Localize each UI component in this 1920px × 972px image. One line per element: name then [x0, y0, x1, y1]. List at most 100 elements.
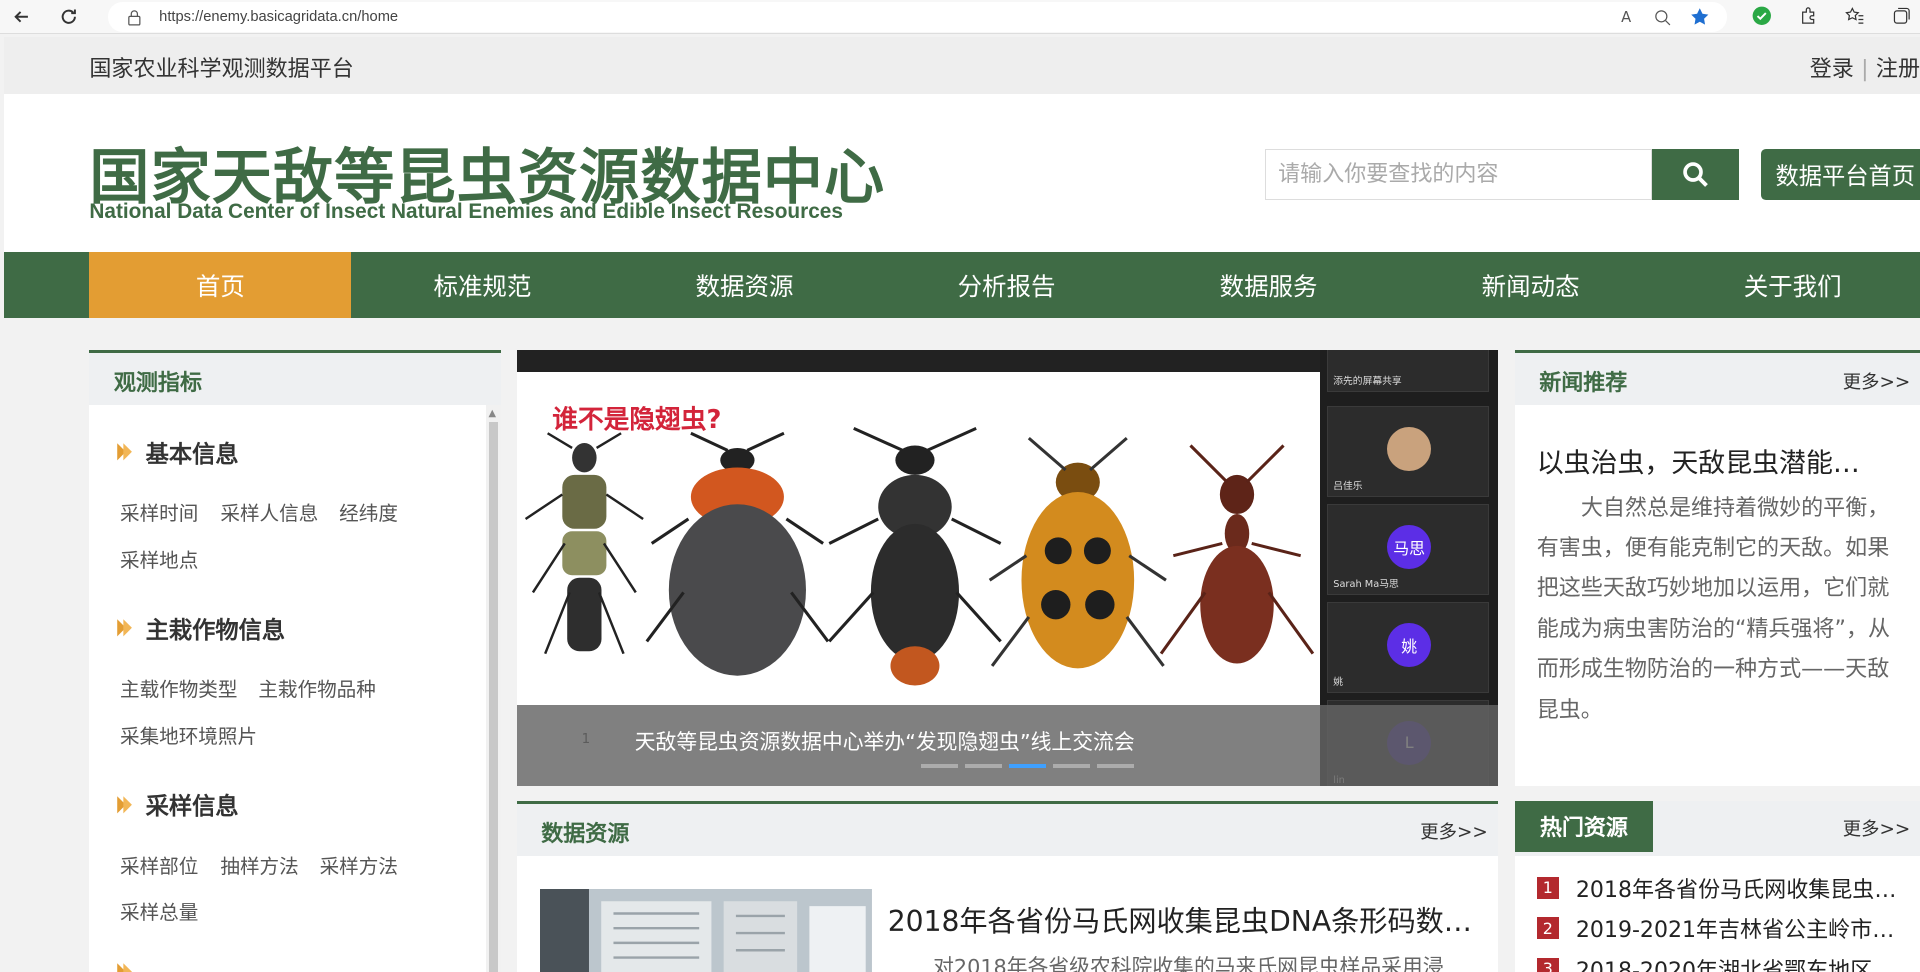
- group-title-crop[interactable]: 主栽作物信息: [116, 611, 285, 645]
- tag-sampling-location[interactable]: 采样地点: [120, 544, 198, 573]
- beetle-5: [1159, 444, 1314, 664]
- register-link[interactable]: 注册: [1876, 57, 1920, 82]
- data-resources-header: 数据资源 更多>>: [516, 800, 1498, 856]
- hot-item-text: 2019-2021年吉林省公主岭市…: [1575, 918, 1895, 944]
- tag-sampling-total[interactable]: 采样总量: [120, 896, 198, 925]
- back-icon[interactable]: [10, 4, 34, 28]
- zoom-icon[interactable]: [1653, 7, 1673, 27]
- participant-name: 姚: [1333, 677, 1344, 689]
- hot-resources-panel: 热门资源 更多>> 1 2018年各省份马氏网收集昆虫… 2 2019-2021…: [1514, 800, 1920, 972]
- scroll-up-icon[interactable]: ▲: [489, 408, 497, 419]
- extensions-icon[interactable]: [1798, 5, 1820, 27]
- news-panel-header: 新闻推荐 更多>>: [1514, 350, 1920, 406]
- resource-item-title[interactable]: 2018年各省份马氏网收集昆虫DNA条形码数…: [888, 899, 1472, 940]
- login-link[interactable]: 登录: [1810, 57, 1854, 82]
- avatar: 姚: [1387, 622, 1432, 668]
- favorite-star-icon[interactable]: [1690, 7, 1710, 27]
- tag-crop-type[interactable]: 主载作物类型: [120, 673, 237, 702]
- web-page: 国家农业科学观测数据平台 登录 | 注册 国家天敌等昆虫资源数据中心 Nationa…: [3, 36, 1920, 972]
- tag-environment-photo[interactable]: 采集地环境照片: [120, 720, 257, 749]
- hot-more-link[interactable]: 更多>>: [1843, 815, 1911, 841]
- tag-lat-lng[interactable]: 经纬度: [339, 497, 398, 526]
- beetle-2: [645, 432, 829, 676]
- carousel-dot[interactable]: [1053, 764, 1090, 768]
- carousel-dots: [920, 764, 1134, 768]
- carousel-caption[interactable]: 天敌等昆虫资源数据中心举办“发现隐翅虫”线上交流会: [516, 705, 1498, 787]
- resource-thumbnail[interactable]: [539, 888, 872, 972]
- news-headline[interactable]: 以虫治虫，天敌昆虫潜能…: [1537, 441, 1860, 480]
- double-arrow-icon: [117, 795, 133, 813]
- participant-tile: 吕佳乐: [1327, 406, 1489, 498]
- beetle-1: [524, 432, 644, 655]
- news-body: 大自然总是维持着微妙的平衡，有害虫，便有能克制它的天敌。如果把这些天敌巧妙地加以…: [1536, 495, 1891, 723]
- hot-item[interactable]: 3 2018-2020年湖北省鄂东地区: [1536, 953, 1873, 972]
- search-button[interactable]: [1651, 149, 1739, 200]
- platform-home-button[interactable]: 数据平台首页: [1760, 149, 1920, 200]
- beetle-3: [827, 427, 1002, 686]
- double-arrow-icon: [117, 963, 133, 972]
- carousel-dot[interactable]: [1097, 764, 1134, 768]
- tag-sampling-part[interactable]: 采样部位: [120, 850, 198, 879]
- double-arrow-icon: [117, 619, 133, 637]
- resource-item-desc: 对2018年各省级农科院收集的马来氏网昆虫样品采用浸: [933, 955, 1444, 972]
- hot-item-text: 2018-2020年湖北省鄂东地区: [1575, 958, 1873, 972]
- nav-item-data-resources[interactable]: 数据资源: [613, 252, 875, 318]
- participant-name: 吕佳乐: [1333, 481, 1363, 493]
- nav-item-data-services[interactable]: 数据服务: [1138, 252, 1400, 318]
- nav-item-news[interactable]: 新闻动态: [1400, 252, 1662, 318]
- nav-item-home[interactable]: 首页: [89, 252, 352, 319]
- hot-item[interactable]: 2 2019-2021年吉林省公主岭市…: [1536, 912, 1895, 944]
- lock-icon: [127, 9, 142, 26]
- rank-badge: 2: [1536, 917, 1559, 940]
- address-bar[interactable]: https://enemy.basicagridata.cn/home A: [107, 2, 1727, 32]
- avatar: 马思: [1387, 525, 1432, 570]
- nav-item-standards[interactable]: 标准规范: [351, 252, 613, 318]
- tag-crop-variety[interactable]: 主栽作物品种: [258, 673, 375, 702]
- hot-item[interactable]: 1 2018年各省份马氏网收集昆虫…: [1536, 872, 1896, 904]
- auth-links: 登录 | 注册: [1810, 51, 1920, 83]
- top-bar: 国家农业科学观测数据平台 登录 | 注册: [3, 36, 1920, 95]
- news-more-link[interactable]: 更多>>: [1843, 368, 1911, 394]
- observation-panel-title: 观测指标: [113, 371, 202, 397]
- observation-list: 基本信息 采样时间 采样人信息 经纬度 采样地点 主栽作物信息 主载作物类型 主…: [89, 405, 501, 972]
- group-title-sampling[interactable]: 采样信息: [116, 787, 239, 821]
- group-title-next[interactable]: [116, 962, 145, 972]
- carousel-dot[interactable]: [964, 764, 1002, 768]
- hot-resources-header: 热门资源 更多>>: [1514, 800, 1920, 856]
- tag-sampling-scheme[interactable]: 抽样方法: [220, 850, 298, 879]
- tag-sampling-time[interactable]: 采样时间: [120, 497, 198, 526]
- platform-link[interactable]: 国家农业科学观测数据平台: [89, 51, 353, 83]
- news-carousel[interactable]: 谁不是隐翅虫? 添先的屏幕共享 吕佳乐 马思 Sarah Ma马思 姚 姚 天敌…: [516, 350, 1498, 787]
- data-resources-panel: 数据资源 更多>> 2018年各省份马氏网收集昆虫DNA条形码数… 对2018年…: [516, 800, 1498, 972]
- search-icon: [1683, 162, 1708, 187]
- carousel-dot[interactable]: [920, 764, 958, 768]
- nav-item-reports[interactable]: 分析报告: [876, 252, 1138, 318]
- nav-item-about[interactable]: 关于我们: [1662, 252, 1920, 318]
- refresh-icon[interactable]: [56, 4, 80, 28]
- extension-check-icon[interactable]: [1751, 5, 1773, 27]
- group-title-basic[interactable]: 基本信息: [116, 435, 239, 469]
- url-text: https://enemy.basicagridata.cn/home: [159, 9, 399, 26]
- site-title-en: National Data Center of Insect Natural E…: [89, 199, 843, 223]
- search-input[interactable]: [1264, 149, 1652, 200]
- news-panel-title: 新闻推荐: [1539, 371, 1628, 397]
- carousel-caption-text: 天敌等昆虫资源数据中心举办“发现隐翅虫”线上交流会: [634, 729, 1135, 754]
- collections-icon[interactable]: [1891, 5, 1913, 27]
- tag-sampling-method[interactable]: 采样方法: [320, 850, 398, 879]
- read-aloud-icon[interactable]: A: [1616, 7, 1636, 27]
- data-resources-title: 数据资源: [541, 822, 630, 848]
- main-content: 观测指标 基本信息 采样时间 采样人信息 经纬度 采样地点 主栽作物信息 主载作…: [4, 318, 1920, 972]
- observation-scrollbar[interactable]: ▲: [486, 405, 501, 972]
- data-resources-more-link[interactable]: 更多>>: [1420, 818, 1488, 844]
- tag-sampler-info[interactable]: 采样人信息: [220, 497, 318, 526]
- scrollbar-thumb[interactable]: [488, 422, 499, 972]
- beetle-4: [988, 437, 1167, 669]
- participant-tile: 马思 Sarah Ma马思: [1327, 504, 1489, 596]
- carousel-dot-active[interactable]: [1008, 764, 1046, 768]
- participant-tile: 姚 姚: [1327, 602, 1489, 694]
- tab-hot-resources[interactable]: 热门资源: [1514, 800, 1654, 853]
- rank-badge: 3: [1536, 957, 1559, 972]
- auth-separator: |: [1861, 57, 1869, 83]
- favorites-icon[interactable]: [1844, 5, 1866, 27]
- participant-tile: 添先的屏幕共享: [1327, 350, 1489, 392]
